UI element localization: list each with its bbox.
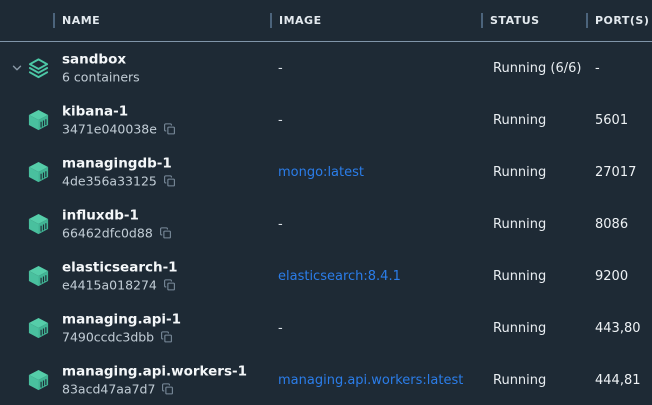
container-cube-icon [27, 317, 50, 340]
ports-cell: 27017 [586, 165, 652, 180]
name-cell: managing.api.workers-1 83acd47aa7d7 [0, 354, 270, 405]
container-name: kibana-1 [62, 104, 176, 120]
ports-cell: 5601 [586, 113, 652, 128]
container-cube-icon [27, 109, 50, 132]
image-link[interactable]: mongo:latest [270, 165, 481, 180]
name-cell: sandbox 6 containers [0, 42, 270, 94]
container-name: managingdb-1 [62, 156, 176, 172]
name-cell: managing.api-1 7490ccdc3dbb [0, 302, 270, 354]
table-row[interactable]: managing.api.workers-1 83acd47aa7d7 mana… [0, 354, 652, 405]
image-cell: - [270, 321, 481, 336]
container-name: managing.api-1 [62, 312, 181, 328]
image-cell: - [270, 113, 481, 128]
container-name: managing.api.workers-1 [62, 364, 247, 380]
container-name: sandbox [62, 52, 140, 68]
ports-cell: 8086 [586, 217, 652, 232]
copy-icon[interactable] [160, 331, 173, 344]
containers-table: NAME IMAGE STATUS PORT(S) sandbox 6 cont… [0, 0, 652, 405]
status-cell: Running [481, 373, 586, 388]
container-id: e4415a018274 [62, 278, 157, 293]
name-cell: managingdb-1 4de356a33125 [0, 146, 270, 198]
name-cell: influxdb-1 66462dfc0d88 [0, 198, 270, 250]
container-cube-icon [27, 213, 50, 236]
container-cube-icon [27, 161, 50, 184]
table-row[interactable]: managing.api-1 7490ccdc3dbb - Running 44… [0, 302, 652, 354]
table-row[interactable]: kibana-1 3471e040038e - Running 5601 [0, 94, 652, 146]
image-link[interactable]: elasticsearch:8.4.1 [270, 269, 481, 284]
container-id: 66462dfc0d88 [62, 226, 153, 241]
column-separator [586, 13, 588, 28]
copy-icon[interactable] [163, 123, 176, 136]
copy-icon[interactable] [163, 175, 176, 188]
ports-cell: 444,81 [586, 373, 652, 388]
status-cell: Running [481, 217, 586, 232]
table-row[interactable]: influxdb-1 66462dfc0d88 - Running 8086 [0, 198, 652, 250]
column-header-label: IMAGE [279, 14, 322, 27]
status-cell: Running (6/6) [481, 61, 586, 76]
table-header: NAME IMAGE STATUS PORT(S) [0, 0, 652, 42]
table-row[interactable]: sandbox 6 containers - Running (6/6) - [0, 42, 652, 94]
column-header-status: STATUS [481, 13, 586, 29]
ports-cell: 9200 [586, 269, 652, 284]
column-separator [481, 13, 483, 28]
chevron-down-icon[interactable] [10, 61, 24, 75]
status-cell: Running [481, 113, 586, 128]
column-header-image: IMAGE [270, 13, 481, 29]
container-name: influxdb-1 [62, 208, 172, 224]
ports-cell: - [586, 61, 652, 76]
container-cube-icon [27, 265, 50, 288]
column-header-name: NAME [0, 13, 270, 29]
container-id: 83acd47aa7d7 [62, 382, 155, 397]
image-link[interactable]: managing.api.workers:latest [270, 373, 481, 388]
column-header-ports: PORT(S) [586, 13, 652, 29]
column-separator [53, 13, 55, 28]
ports-cell: 443,80 [586, 321, 652, 336]
image-cell: - [270, 61, 481, 76]
container-id: 7490ccdc3dbb [62, 330, 154, 345]
container-count: 6 containers [62, 70, 140, 85]
image-cell: - [270, 217, 481, 232]
column-header-label: STATUS [490, 14, 540, 27]
status-cell: Running [481, 269, 586, 284]
table-row[interactable]: managingdb-1 4de356a33125 mongo:latest R… [0, 146, 652, 198]
container-cube-icon [27, 369, 50, 392]
column-header-label: NAME [62, 14, 100, 27]
copy-icon[interactable] [161, 383, 174, 396]
container-id: 3471e040038e [62, 122, 157, 137]
column-separator [270, 13, 272, 28]
column-header-label: PORT(S) [595, 14, 649, 27]
container-name: elasticsearch-1 [62, 260, 178, 276]
status-cell: Running [481, 165, 586, 180]
status-cell: Running [481, 321, 586, 336]
name-cell: kibana-1 3471e040038e [0, 94, 270, 146]
table-row[interactable]: elasticsearch-1 e4415a018274 elasticsear… [0, 250, 652, 302]
name-cell: elasticsearch-1 e4415a018274 [0, 250, 270, 302]
copy-icon[interactable] [163, 279, 176, 292]
compose-stack-icon [27, 57, 50, 80]
copy-icon[interactable] [159, 227, 172, 240]
container-id: 4de356a33125 [62, 174, 157, 189]
